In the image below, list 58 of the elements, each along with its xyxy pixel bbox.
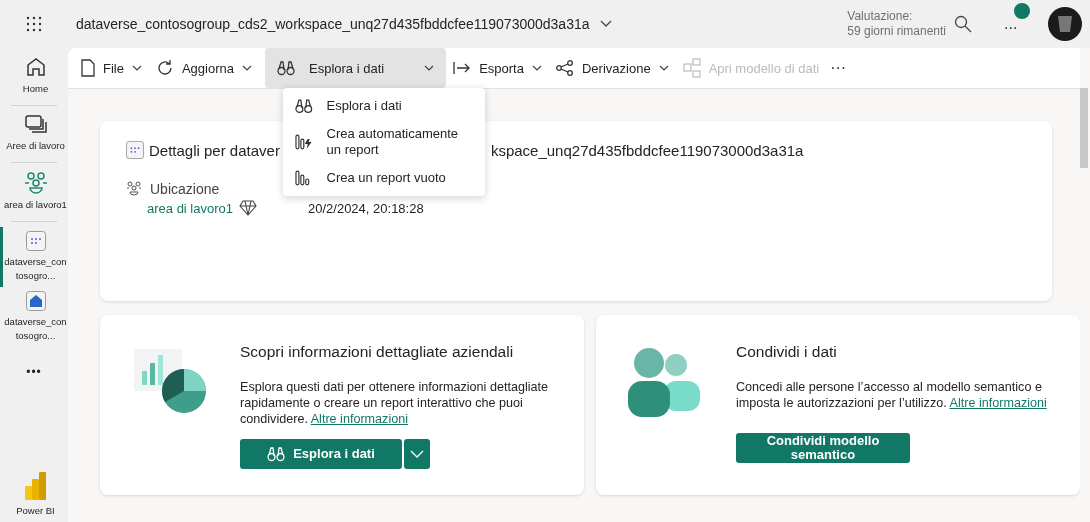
trial-label: Valutazione: bbox=[847, 9, 914, 24]
menu-item[interactable]: Crea automaticamente un report bbox=[283, 120, 485, 164]
details-title: Dettagli per dataver bbox=[149, 141, 280, 159]
nav-item[interactable]: dataverse_contosogro... bbox=[0, 287, 68, 347]
scrollbar-thumb[interactable] bbox=[1080, 88, 1088, 168]
arrow-right-icon bbox=[453, 61, 472, 75]
details-title: kspace_unq27d435fbddcfee119073000d3a31a bbox=[490, 141, 804, 159]
dataset-icon bbox=[25, 231, 46, 251]
card-description: Concedi alle persone l’accesso al modello semantico e imposta le autorizzazioni per l’utilizzo. Altre informazioni bbox=[736, 379, 1048, 411]
app-launcher-icon[interactable] bbox=[26, 16, 42, 32]
card-title: Condividi i dati bbox=[736, 343, 838, 361]
dataset-icon bbox=[126, 141, 144, 159]
menu-item[interactable]: Esplora i dati bbox=[283, 92, 485, 120]
chevron-down-icon[interactable] bbox=[599, 20, 612, 28]
bar-chart-logo-icon bbox=[24, 472, 47, 500]
card-title: Scopri informazioni dettagliate aziendali bbox=[240, 343, 515, 361]
stacked-windows-icon bbox=[24, 115, 47, 135]
menu-item[interactable]: Crea un report vuoto bbox=[283, 164, 485, 192]
nav-item[interactable]: area di lavoro1 bbox=[0, 168, 68, 216]
toolbar-button[interactable]: File bbox=[74, 48, 149, 88]
model-icon bbox=[682, 58, 701, 78]
toolbar-button[interactable]: Aggiorna bbox=[148, 48, 259, 88]
binoculars-icon bbox=[267, 446, 286, 462]
refresh-date: 20/2/2024, 20:18:28 bbox=[308, 201, 424, 216]
people-icon bbox=[23, 172, 48, 194]
item-title[interactable]: dataverse_contosogroup_cds2_workspace_unq27d435fbddcfee119073000d3a31a bbox=[76, 16, 590, 32]
search-icon[interactable] bbox=[954, 15, 972, 33]
avatar[interactable] bbox=[1048, 7, 1082, 41]
more-options[interactable]: ··· bbox=[830, 59, 847, 77]
document-icon bbox=[81, 59, 95, 77]
binoculars-icon bbox=[295, 98, 313, 114]
chevron-down-icon bbox=[410, 450, 424, 458]
nodes-icon bbox=[555, 60, 574, 76]
notification-dot bbox=[1014, 3, 1030, 19]
workspace-link[interactable]: area di lavoro1 bbox=[147, 200, 233, 216]
primary-button[interactable]: Esplora i dati bbox=[240, 439, 402, 469]
home-icon bbox=[24, 56, 47, 78]
bars-lightning-icon bbox=[295, 134, 313, 150]
more-options[interactable]: ... bbox=[1004, 15, 1018, 32]
primary-button[interactable]: Condividi modello semantico bbox=[736, 433, 910, 463]
learn-more-link[interactable]: Altre informazioni bbox=[949, 396, 1047, 410]
power-bi-launcher[interactable]: Power BI bbox=[0, 468, 68, 522]
nav-item[interactable]: Home bbox=[0, 52, 68, 100]
location-label: Ubicazione bbox=[150, 181, 220, 197]
toolbar-button[interactable]: Esplora i dati bbox=[265, 48, 447, 88]
trial-remaining: 59 giorni rimanenti bbox=[847, 24, 946, 39]
learn-more-link[interactable]: Altre informazioni bbox=[310, 412, 408, 426]
semantic-model-icon bbox=[25, 291, 46, 311]
toolbar-button[interactable]: Esporta bbox=[446, 48, 549, 88]
toolbar-button[interactable]: Derivazione bbox=[548, 48, 676, 88]
people-icon bbox=[126, 181, 142, 197]
refresh-icon bbox=[155, 59, 174, 77]
nav-item[interactable]: Aree di lavoro bbox=[0, 111, 68, 157]
diamond-icon bbox=[239, 200, 257, 216]
binoculars-icon bbox=[277, 60, 295, 76]
card-description: Esplora questi dati per ottenere informazioni dettagliate rapidamente o creare un report interattivo che puoi condividere. Altre informazioni bbox=[240, 379, 550, 427]
more-options[interactable]: ••• bbox=[26, 365, 42, 379]
dropdown-button[interactable] bbox=[404, 439, 430, 469]
